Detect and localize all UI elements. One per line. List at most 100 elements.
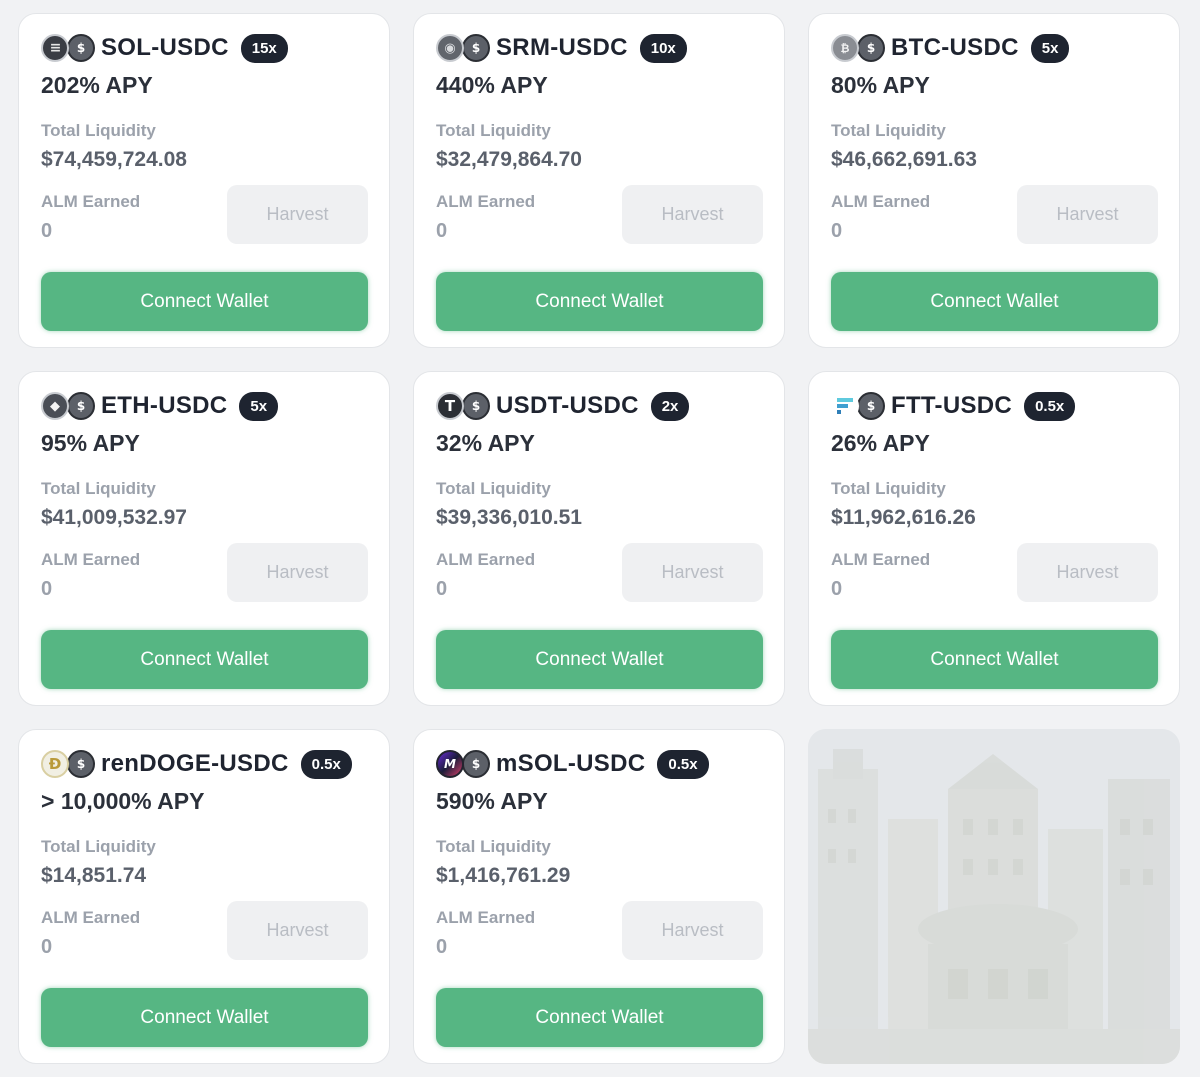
alm-earned-label: ALM Earned bbox=[436, 192, 536, 211]
pool-pair-name: renDOGE-USDC bbox=[101, 750, 289, 777]
total-liquidity-label: Total Liquidity bbox=[436, 837, 551, 856]
connect-wallet-button[interactable]: Connect Wallet bbox=[831, 630, 1158, 689]
connect-wallet-button[interactable]: Connect Wallet bbox=[41, 988, 368, 1047]
alm-earned-value: 0 bbox=[41, 936, 53, 958]
total-liquidity-label: Total Liquidity bbox=[831, 479, 946, 498]
alm-earned-value: 0 bbox=[436, 220, 448, 242]
ftx-token-glyph bbox=[837, 398, 853, 414]
alm-earned-value: 0 bbox=[41, 220, 53, 242]
pool-header: ◉ $ SRM-USDC 10x bbox=[436, 32, 687, 64]
token-pair-icons: M $ bbox=[436, 748, 492, 780]
alm-earned-label: ALM Earned bbox=[41, 550, 141, 569]
connect-wallet-button[interactable]: Connect Wallet bbox=[831, 272, 1158, 331]
pool-grid: ≡ $ SOL-USDC 15x 202% APY Total Liquidit… bbox=[18, 13, 1180, 1064]
connect-wallet-button[interactable]: Connect Wallet bbox=[41, 272, 368, 331]
alm-earned-label: ALM Earned bbox=[831, 550, 931, 569]
usdc-icon: $ bbox=[67, 34, 95, 62]
city-illustration bbox=[808, 729, 1180, 1064]
total-liquidity-label: Total Liquidity bbox=[41, 837, 156, 856]
marinade-sol-icon: M bbox=[436, 750, 464, 778]
pool-card-eth-usdc: ◆ $ ETH-USDC 5x 95% APY Total Liquidity … bbox=[18, 371, 390, 706]
pool-apy: 440% APY bbox=[436, 72, 548, 98]
harvest-button[interactable]: Harvest bbox=[622, 185, 763, 244]
harvest-button[interactable]: Harvest bbox=[1017, 185, 1158, 244]
alm-earned-label: ALM Earned bbox=[436, 550, 536, 569]
total-liquidity-value: $74,459,724.08 bbox=[41, 148, 187, 171]
pool-apy: 32% APY bbox=[436, 430, 535, 456]
token-pair-icons: Ð $ bbox=[41, 748, 97, 780]
token-pair-icons: $ bbox=[831, 390, 887, 422]
pool-apy: 590% APY bbox=[436, 788, 548, 814]
pool-apy: 95% APY bbox=[41, 430, 140, 456]
total-liquidity-label: Total Liquidity bbox=[41, 479, 156, 498]
total-liquidity-value: $41,009,532.97 bbox=[41, 506, 187, 529]
total-liquidity-value: $14,851.74 bbox=[41, 864, 147, 887]
harvest-button[interactable]: Harvest bbox=[227, 185, 368, 244]
alm-earned-value: 0 bbox=[41, 578, 53, 600]
alm-earned-label: ALM Earned bbox=[41, 192, 141, 211]
usdc-icon: $ bbox=[857, 392, 885, 420]
token-pair-icons: T $ bbox=[436, 390, 492, 422]
pool-header: $ FTT-USDC 0.5x bbox=[831, 390, 1076, 422]
tether-icon: T bbox=[436, 392, 464, 420]
usdc-icon: $ bbox=[462, 392, 490, 420]
total-liquidity-label: Total Liquidity bbox=[436, 479, 551, 498]
pool-header: ₿ $ BTC-USDC 5x bbox=[831, 32, 1070, 64]
pool-pair-name: SRM-USDC bbox=[496, 34, 628, 61]
total-liquidity-label: Total Liquidity bbox=[41, 121, 156, 140]
pool-header: ≡ $ SOL-USDC 15x bbox=[41, 32, 288, 64]
pool-pair-name: BTC-USDC bbox=[891, 34, 1019, 61]
pool-pair-name: USDT-USDC bbox=[496, 392, 639, 419]
pool-apy: > 10,000% APY bbox=[41, 788, 205, 814]
connect-wallet-button[interactable]: Connect Wallet bbox=[436, 630, 763, 689]
pool-header: T $ USDT-USDC 2x bbox=[436, 390, 690, 422]
usdc-icon: $ bbox=[462, 34, 490, 62]
pool-header: ◆ $ ETH-USDC 5x bbox=[41, 390, 279, 422]
ftx-token-icon bbox=[831, 392, 859, 420]
connect-wallet-button[interactable]: Connect Wallet bbox=[436, 272, 763, 331]
usdc-icon: $ bbox=[67, 750, 95, 778]
pool-card-usdt-usdc: T $ USDT-USDC 2x 32% APY Total Liquidity… bbox=[413, 371, 785, 706]
token-pair-icons: ◉ $ bbox=[436, 32, 492, 64]
leverage-badge: 5x bbox=[1030, 33, 1070, 63]
leverage-badge: 2x bbox=[650, 391, 690, 421]
connect-wallet-button[interactable]: Connect Wallet bbox=[41, 630, 368, 689]
alm-earned-value: 0 bbox=[436, 936, 448, 958]
pool-card-ftt-usdc: $ FTT-USDC 0.5x 26% APY Total Liquidity … bbox=[808, 371, 1180, 706]
pool-header: M $ mSOL-USDC 0.5x bbox=[436, 748, 709, 780]
alm-earned-value: 0 bbox=[831, 578, 843, 600]
pool-card-rendoge-usdc: Ð $ renDOGE-USDC 0.5x > 10,000% APY Tota… bbox=[18, 729, 390, 1064]
token-pair-icons: ≡ $ bbox=[41, 32, 97, 64]
harvest-button[interactable]: Harvest bbox=[622, 543, 763, 602]
harvest-button[interactable]: Harvest bbox=[227, 543, 368, 602]
leverage-badge: 0.5x bbox=[300, 749, 352, 779]
pool-header: Ð $ renDOGE-USDC 0.5x bbox=[41, 748, 352, 780]
total-liquidity-value: $46,662,691.63 bbox=[831, 148, 977, 171]
alm-earned-label: ALM Earned bbox=[831, 192, 931, 211]
serum-icon: ◉ bbox=[436, 34, 464, 62]
bitcoin-icon: ₿ bbox=[831, 34, 859, 62]
total-liquidity-value: $11,962,616.26 bbox=[831, 506, 976, 529]
total-liquidity-label: Total Liquidity bbox=[436, 121, 551, 140]
total-liquidity-label: Total Liquidity bbox=[831, 121, 946, 140]
solana-icon: ≡ bbox=[41, 34, 69, 62]
pool-card-btc-usdc: ₿ $ BTC-USDC 5x 80% APY Total Liquidity … bbox=[808, 13, 1180, 348]
pool-card-srm-usdc: ◉ $ SRM-USDC 10x 440% APY Total Liquidit… bbox=[413, 13, 785, 348]
pool-pair-name: ETH-USDC bbox=[101, 392, 228, 419]
harvest-button[interactable]: Harvest bbox=[227, 901, 368, 960]
connect-wallet-button[interactable]: Connect Wallet bbox=[436, 988, 763, 1047]
ethereum-icon: ◆ bbox=[41, 392, 69, 420]
leverage-badge: 5x bbox=[239, 391, 279, 421]
token-pair-icons: ₿ $ bbox=[831, 32, 887, 64]
harvest-button[interactable]: Harvest bbox=[622, 901, 763, 960]
alm-earned-value: 0 bbox=[831, 220, 843, 242]
leverage-badge: 0.5x bbox=[1024, 391, 1076, 421]
pool-apy: 202% APY bbox=[41, 72, 153, 98]
harvest-button[interactable]: Harvest bbox=[1017, 543, 1158, 602]
pool-apy: 80% APY bbox=[831, 72, 930, 98]
pool-apy: 26% APY bbox=[831, 430, 930, 456]
usdc-icon: $ bbox=[857, 34, 885, 62]
leverage-badge: 0.5x bbox=[657, 749, 709, 779]
dogecoin-icon: Ð bbox=[41, 750, 69, 778]
total-liquidity-value: $1,416,761.29 bbox=[436, 864, 571, 887]
